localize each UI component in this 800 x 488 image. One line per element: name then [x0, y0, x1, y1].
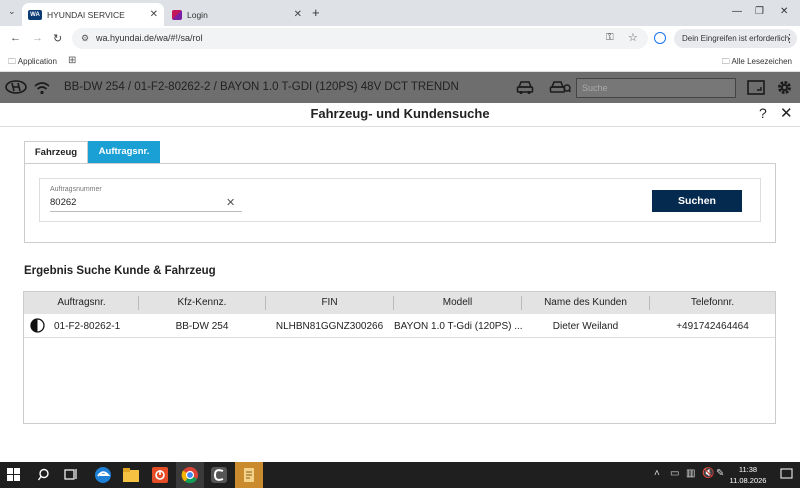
bookmarks-bar: 🗀 Application ⊞ 🗀 Alle Lesezeichen	[0, 51, 800, 72]
address-bar-row: ← → ↻ ⚙ wa.hyundai.de/wa/#!/sa/rol ⚿ ☆ D…	[0, 26, 800, 51]
help-icon[interactable]: ?	[759, 105, 767, 121]
restore-icon[interactable]: ❐	[755, 6, 764, 17]
address-bar[interactable]: ⚙ wa.hyundai.de/wa/#!/sa/rol ⚿ ☆	[72, 28, 648, 49]
notification-icon[interactable]	[780, 467, 793, 480]
tray-chevron-up-icon[interactable]: ˄	[654, 468, 660, 479]
bookmark-star-icon[interactable]: ☆	[628, 31, 638, 44]
cell-kfz-kennz: BB-DW 254	[175, 321, 229, 332]
hyundai-logo-icon	[5, 80, 27, 94]
hyundai-favicon-icon: WA	[28, 9, 42, 20]
column-header-fin[interactable]: FIN	[266, 297, 393, 308]
folder-icon: 🗀	[8, 57, 16, 66]
connection-wifi-icon	[34, 81, 50, 95]
page-title: Fahrzeug- und Kundensuche	[310, 106, 490, 121]
tab-fahrzeug[interactable]: Fahrzeug	[24, 141, 88, 163]
search-form-panel: Auftragsnummer 80262 ✕ Suchen	[24, 163, 776, 243]
browser-menu-icon[interactable]: ⋮	[784, 32, 795, 45]
order-number-label: Auftragsnummer	[50, 186, 102, 193]
signin-required-button[interactable]: Dein Eingreifen ist erforderlich	[674, 29, 798, 48]
folder-icon: 🗀	[721, 57, 730, 66]
site-settings-icon[interactable]: ⚙	[81, 33, 89, 44]
tray-volume-icon[interactable]: 🔇	[702, 468, 714, 479]
task-view-icon[interactable]	[64, 468, 82, 486]
file-explorer-icon[interactable]	[122, 466, 140, 484]
minimize-icon[interactable]: —	[732, 6, 742, 17]
app-red-icon[interactable]	[151, 466, 169, 484]
login-favicon-icon	[172, 9, 182, 20]
app-search-input[interactable]: Suche	[576, 78, 736, 98]
windows-taskbar: ˄ ▭ ▥ 🔇 ✎ 11:38 11.08.2026	[0, 462, 800, 488]
back-icon[interactable]: ←	[10, 32, 21, 44]
edge-browser-icon[interactable]	[94, 466, 112, 484]
cell-kundenname: Dieter Weiland	[552, 321, 619, 332]
cell-modell: BAYON 1.0 T-Gdi (120PS) ...	[394, 321, 523, 332]
car-icon[interactable]	[516, 80, 534, 95]
results-table: Auftragsnr. Kfz-Kennz. FIN Modell Name d…	[23, 291, 776, 424]
browser-tab-label: Login	[187, 9, 208, 20]
tab-auftragsnr[interactable]: Auftragsnr.	[88, 141, 160, 163]
order-status-half-icon	[30, 318, 45, 333]
table-header: Auftragsnr. Kfz-Kennz. FIN Modell Name d…	[24, 292, 775, 314]
gear-icon[interactable]	[776, 79, 793, 96]
results-title: Ergebnis Suche Kunde & Fahrzeug	[24, 265, 216, 277]
search-icon[interactable]	[38, 468, 56, 486]
tab-search-icon[interactable]: ⌄	[8, 6, 16, 17]
apps-grid-icon[interactable]: ⊞	[68, 55, 76, 66]
column-header-kundenname[interactable]: Name des Kunden	[522, 297, 649, 308]
app-c-icon[interactable]	[210, 466, 228, 484]
password-key-icon[interactable]: ⚿	[606, 32, 614, 43]
window-close-icon[interactable]: ✕	[780, 6, 788, 17]
cell-fin: NLHBN81GGNZ300266	[275, 321, 384, 332]
url-text[interactable]: wa.hyundai.de/wa/#!/sa/rol	[96, 33, 203, 43]
page-header: Fahrzeug- und Kundensuche ? ✕	[0, 103, 800, 127]
chrome-icon[interactable]	[181, 466, 199, 484]
browser-tab-hyundai-service[interactable]: WA HYUNDAI SERVICE ✕	[22, 3, 164, 26]
new-tab-icon[interactable]: +	[312, 5, 320, 20]
app-document-icon[interactable]	[240, 466, 258, 484]
tray-pen-icon[interactable]: ✎	[716, 468, 724, 479]
column-header-modell[interactable]: Modell	[394, 297, 521, 308]
tray-monitor-icon[interactable]: ▭	[670, 468, 679, 479]
clock-date: 11.08.2026	[729, 476, 767, 485]
windows-start-icon[interactable]	[7, 468, 25, 486]
browser-tab-label: HYUNDAI SERVICE	[47, 9, 125, 20]
forward-icon[interactable]: →	[32, 32, 43, 44]
taskbar-clock[interactable]: 11:38 11.08.2026	[726, 464, 770, 486]
close-tab-icon[interactable]: ✕	[294, 9, 302, 20]
clear-input-icon[interactable]: ✕	[226, 196, 235, 209]
close-tab-icon[interactable]: ✕	[150, 9, 158, 20]
tray-network-icon[interactable]: ▥	[686, 468, 695, 479]
table-row[interactable]: 01-F2-80262-1 BB-DW 254 NLHBN81GGNZ30026…	[24, 314, 775, 338]
close-icon[interactable]: ✕	[780, 104, 793, 122]
profile-icon[interactable]	[654, 32, 666, 44]
order-number-input[interactable]: 80262	[50, 196, 242, 212]
vehicle-info: BB-DW 254 / 01-F2-80262-2 / BAYON 1.0 T-…	[64, 81, 459, 93]
car-search-icon[interactable]	[549, 80, 571, 95]
screen-window-icon[interactable]	[747, 80, 765, 95]
reload-icon[interactable]: ↻	[53, 32, 62, 45]
column-header-kfz-kennz[interactable]: Kfz-Kennz.	[139, 297, 265, 308]
clock-time: 11:38	[738, 465, 758, 474]
browser-tab-strip: ⌄ WA HYUNDAI SERVICE ✕ Login ✕ + — ❐ ✕	[0, 0, 800, 26]
all-bookmarks[interactable]: 🗀 Alle Lesezeichen	[722, 56, 792, 70]
search-button[interactable]: Suchen	[652, 190, 742, 212]
search-form: Auftragsnummer 80262 ✕ Suchen	[39, 178, 761, 222]
bookmark-application[interactable]: 🗀 Application	[8, 56, 57, 70]
cell-auftragsnr: 01-F2-80262-1	[54, 321, 121, 332]
column-header-auftragsnr[interactable]: Auftragsnr.	[24, 297, 139, 308]
column-header-telefonnr[interactable]: Telefonnr.	[650, 297, 775, 308]
browser-tab-login[interactable]: Login ✕	[166, 3, 308, 26]
cell-telefonnr: +491742464464	[676, 321, 749, 332]
